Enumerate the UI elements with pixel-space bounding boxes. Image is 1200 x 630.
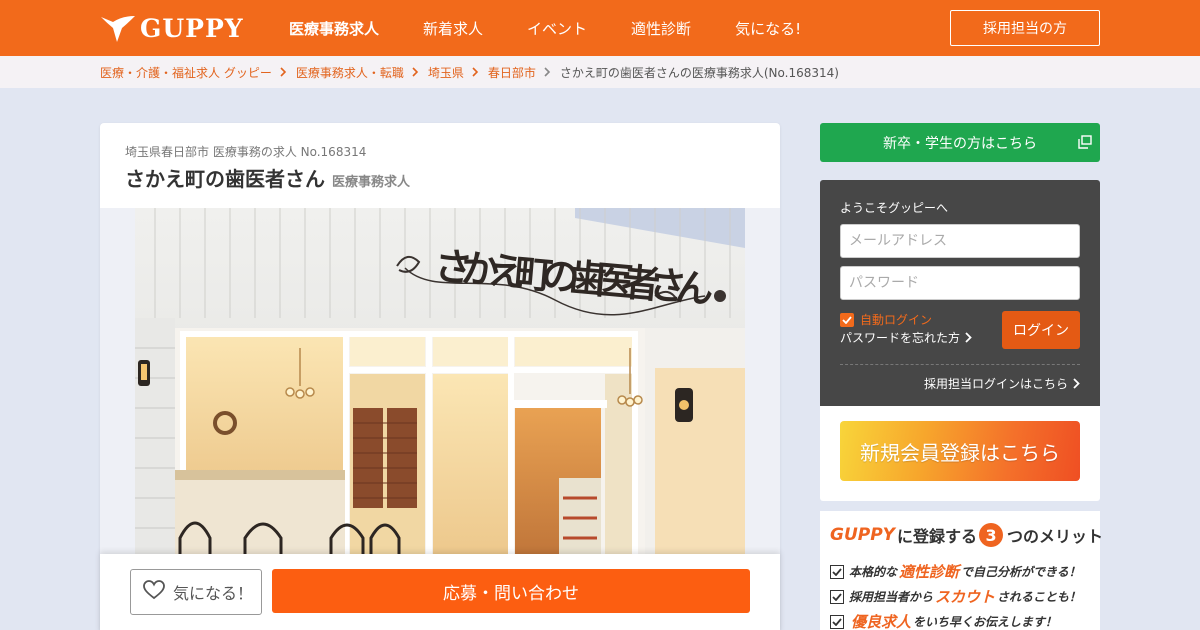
merit-list: 本格的な 適性診断 で自己分析ができる！ 採用担当者から スカウト されることも…: [830, 559, 1081, 630]
breadcrumb-current: さかえ町の歯医者さんの医療事務求人(No.168314): [559, 65, 839, 80]
job-category-tag: 医療事務求人: [332, 175, 411, 190]
email-field[interactable]: [840, 224, 1080, 258]
breadcrumb: 医療・介護・福祉求人 グッピー 医療事務求人・転職 埼玉県 春日部市 さかえ町の…: [100, 56, 839, 88]
nav-item-favorites[interactable]: 気になる!: [735, 18, 801, 39]
list-item: 本格的な 適性診断 で自己分析ができる！: [830, 559, 1081, 584]
forgot-password-label: パスワードを忘れた方: [840, 331, 961, 345]
favorite-button[interactable]: 気になる！: [130, 569, 262, 615]
password-field[interactable]: [840, 266, 1080, 300]
divider: [840, 364, 1080, 365]
merit-brand: GUPPY: [830, 525, 895, 545]
job-subtitle: 埼玉県春日部市 医療事務の求人 No.168314: [125, 145, 367, 159]
chevron-right-icon: [540, 67, 556, 77]
chevron-right-icon: [276, 67, 292, 77]
apply-bar: 気になる！ 応募・問い合わせ: [100, 554, 780, 630]
checkbox-icon: [830, 589, 844, 604]
nav-item-new-jobs[interactable]: 新着求人: [423, 18, 483, 39]
auto-login-checkbox[interactable]: 自動ログイン: [840, 311, 932, 328]
merit-title-part2: つのメリット: [1007, 527, 1104, 546]
merit-text-pre: 本格的な: [849, 565, 898, 579]
main-nav: 医療事務求人 新着求人 イベント 適性診断 気になる!: [289, 0, 845, 56]
breadcrumb-link-saitama[interactable]: 埼玉県: [428, 64, 464, 81]
checkbox-icon: [830, 564, 844, 579]
site-header: GUPPY 医療事務求人 新着求人 イベント 適性診断 気になる! 採用担当の方: [0, 0, 1200, 56]
site-logo[interactable]: GUPPY: [100, 12, 244, 44]
chevron-right-icon: [965, 332, 972, 343]
recruiter-button[interactable]: 採用担当の方: [950, 10, 1100, 46]
merit-highlight: スカウト: [935, 588, 996, 606]
heart-icon: [143, 580, 165, 604]
breadcrumb-link-medical-office[interactable]: 医療事務求人・転職: [296, 64, 404, 81]
job-title-row: さかえ町の歯医者さん 医療事務求人: [125, 163, 410, 192]
graduate-button-label: 新卒・学生の方はこちら: [883, 135, 1037, 152]
auto-login-label: 自動ログイン: [860, 313, 933, 327]
chevron-right-icon: [408, 67, 424, 77]
merit-title-part1: に登録する: [897, 527, 978, 546]
merit-highlight: 優良求人: [851, 613, 912, 630]
recruiter-login-link[interactable]: 採用担当ログインはこちら: [924, 375, 1080, 392]
nav-item-medical-office-jobs[interactable]: 医療事務求人: [289, 18, 379, 39]
checkbox-icon: [830, 614, 844, 629]
breadcrumb-bar: 医療・介護・福祉求人 グッピー 医療事務求人・転職 埼玉県 春日部市 さかえ町の…: [0, 56, 1200, 88]
apply-button[interactable]: 応募・問い合わせ: [272, 569, 750, 613]
merit-text-pre: 採用担当者から: [849, 590, 934, 604]
merit-banner[interactable]: GUPPY に登録する 3 つのメリット 本格的な 適性診断 で自己分析ができる…: [820, 511, 1103, 630]
login-button[interactable]: ログイン: [1002, 311, 1080, 349]
page-title: さかえ町の歯医者さん: [125, 167, 325, 191]
merit-title: GUPPY に登録する 3 つのメリット: [830, 523, 1103, 547]
chevron-right-icon: [1073, 378, 1080, 389]
graduate-button[interactable]: 新卒・学生の方はこちら: [820, 123, 1100, 162]
breadcrumb-link-home[interactable]: 医療・介護・福祉求人 グッピー: [100, 64, 272, 81]
external-window-icon: [1078, 135, 1092, 153]
merit-number-badge: 3: [979, 523, 1004, 547]
merit-text-post: をいち早くお伝えします！: [913, 615, 1058, 629]
list-item: 採用担当者から スカウト されることも！: [830, 584, 1081, 609]
chevron-right-icon: [468, 67, 484, 77]
breadcrumb-link-kasukabe[interactable]: 春日部市: [488, 64, 536, 81]
register-button[interactable]: 新規会員登録はこちら: [840, 421, 1080, 481]
forgot-password-link[interactable]: パスワードを忘れた方: [840, 329, 972, 346]
nav-item-events[interactable]: イベント: [527, 18, 587, 39]
logo-text: GUPPY: [140, 13, 244, 43]
recruiter-login-label: 採用担当ログインはこちら: [923, 377, 1068, 391]
guppy-fish-icon: [100, 13, 136, 43]
list-item: 優良求人 をいち早くお伝えします！: [830, 609, 1081, 630]
merit-text-post: されることも！: [997, 590, 1082, 604]
nav-item-aptitude-test[interactable]: 適性診断: [631, 18, 691, 39]
checkmark-icon: [840, 312, 854, 327]
welcome-text: ようこそグッピーへ: [840, 201, 949, 215]
merit-text-post: で自己分析ができる！: [961, 565, 1081, 579]
login-panel: ようこそグッピーへ 自動ログイン パスワードを忘れた方 ログイン 採用担当ログイ…: [820, 180, 1100, 406]
merit-highlight: 適性診断: [899, 563, 960, 581]
register-panel: 新規会員登録はこちら: [820, 406, 1100, 501]
favorite-label: 気になる！: [173, 584, 254, 603]
